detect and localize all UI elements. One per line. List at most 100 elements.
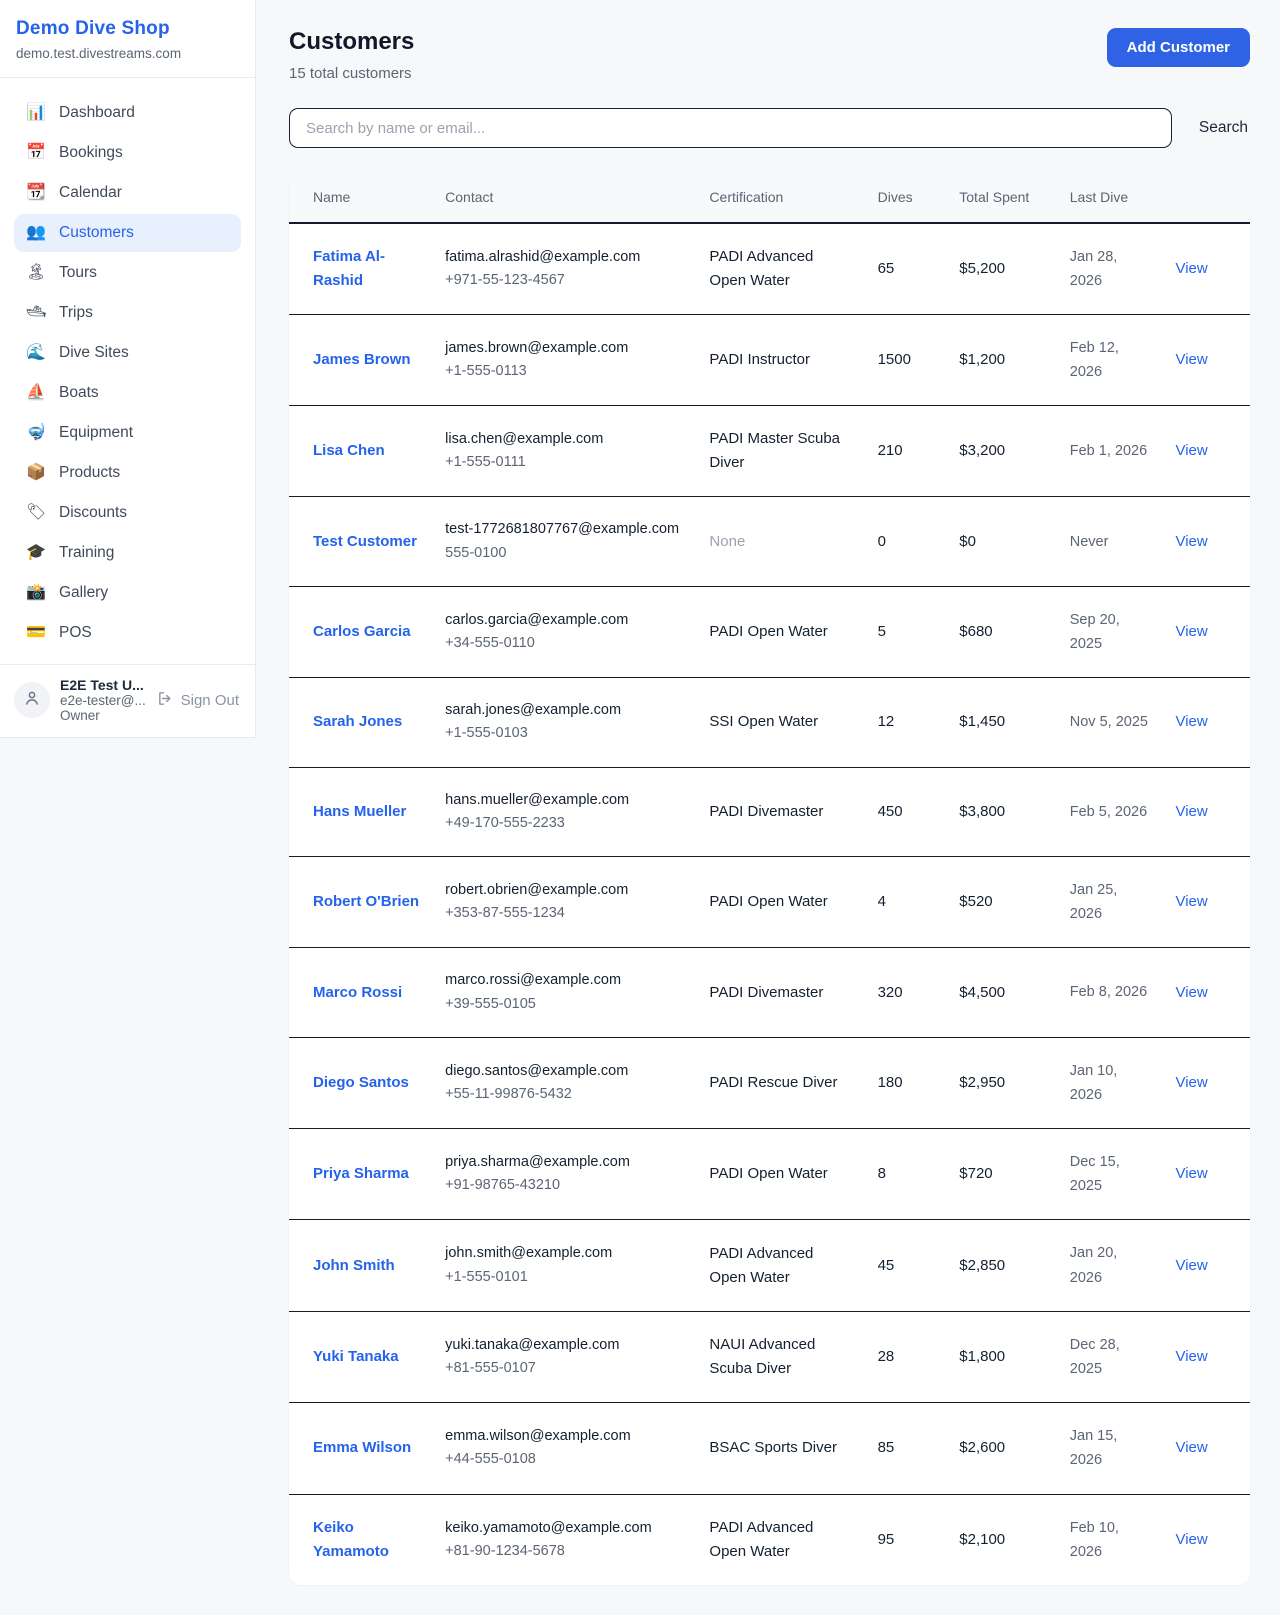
table-row: Keiko Yamamoto keiko.yamamoto@example.co… — [289, 1494, 1250, 1585]
customer-email: carlos.garcia@example.com — [445, 609, 685, 632]
view-customer-link[interactable]: View — [1175, 1257, 1207, 1274]
sidebar-item-products[interactable]: 📦 Products — [14, 454, 241, 492]
customer-phone: +34-555-0110 — [445, 632, 685, 655]
table-row: Marco Rossi marco.rossi@example.com +39-… — [289, 948, 1250, 1037]
customer-dives: 1500 — [878, 351, 911, 368]
view-customer-link[interactable]: View — [1175, 533, 1207, 550]
customer-email: marco.rossi@example.com — [445, 969, 685, 992]
customer-last-dive: Feb 5, 2026 — [1070, 804, 1147, 820]
customer-dives: 5 — [878, 623, 886, 640]
sidebar-item-calendar[interactable]: 📆 Calendar — [14, 174, 241, 212]
customer-name-link[interactable]: John Smith — [313, 1257, 395, 1274]
sidebar-item-label: Customers — [59, 224, 134, 242]
customer-last-dive: Dec 28, 2025 — [1070, 1337, 1120, 1377]
view-customer-link[interactable]: View — [1175, 442, 1207, 459]
sidebar-item-discounts[interactable]: 🏷 Discounts — [14, 494, 241, 532]
pos-icon: 💳 — [26, 625, 46, 641]
calendar-icon: 📆 — [26, 185, 46, 201]
table-row: Robert O'Brien robert.obrien@example.com… — [289, 856, 1250, 947]
sidebar-item-gallery[interactable]: 📸 Gallery — [14, 574, 241, 612]
customer-dives: 28 — [878, 1348, 895, 1365]
customer-dives: 45 — [878, 1257, 895, 1274]
customer-name-link[interactable]: Fatima Al-Rashid — [313, 248, 385, 289]
customer-phone: +55-11-99876-5432 — [445, 1083, 685, 1106]
table-header-row: Name Contact Certification Dives Total S… — [289, 174, 1250, 223]
sidebar-item-boats[interactable]: ⛵ Boats — [14, 374, 241, 412]
customer-total-spent: $3,200 — [959, 442, 1005, 459]
customer-name-link[interactable]: Priya Sharma — [313, 1165, 409, 1182]
sidebar-item-customers[interactable]: 👥 Customers — [14, 214, 241, 252]
customer-name-link[interactable]: Sarah Jones — [313, 713, 402, 730]
view-customer-link[interactable]: View — [1175, 1074, 1207, 1091]
table-row: Emma Wilson emma.wilson@example.com +44-… — [289, 1403, 1250, 1494]
view-customer-link[interactable]: View — [1175, 351, 1207, 368]
search-button[interactable]: Search — [1197, 115, 1250, 141]
customer-total-spent: $3,800 — [959, 803, 1005, 820]
sidebar-item-dashboard[interactable]: 📊 Dashboard — [14, 94, 241, 132]
customer-last-dive: Nov 5, 2025 — [1070, 714, 1148, 730]
customer-email: keiko.yamamoto@example.com — [445, 1517, 685, 1540]
sidebar-item-dive-sites[interactable]: 🌊 Dive Sites — [14, 334, 241, 372]
customer-phone: +971-55-123-4567 — [445, 269, 685, 292]
customer-name-link[interactable]: Test Customer — [313, 533, 417, 550]
view-customer-link[interactable]: View — [1175, 1531, 1207, 1548]
customer-email: diego.santos@example.com — [445, 1060, 685, 1083]
search-row: Search — [289, 108, 1250, 148]
customer-phone: +49-170-555-2233 — [445, 812, 685, 835]
customer-name-link[interactable]: James Brown — [313, 351, 411, 368]
table-row: Carlos Garcia carlos.garcia@example.com … — [289, 586, 1250, 677]
sidebar-item-equipment[interactable]: 🤿 Equipment — [14, 414, 241, 452]
sign-out-label: Sign Out — [181, 692, 239, 709]
sidebar-item-label: Discounts — [59, 504, 127, 522]
customer-name-link[interactable]: Robert O'Brien — [313, 893, 419, 910]
tours-icon: 🏝 — [26, 265, 46, 281]
view-customer-link[interactable]: View — [1175, 984, 1207, 1001]
discounts-icon: 🏷 — [26, 505, 46, 521]
customer-total-spent: $1,450 — [959, 713, 1005, 730]
search-input[interactable] — [289, 108, 1172, 148]
view-customer-link[interactable]: View — [1175, 1348, 1207, 1365]
customer-last-dive: Feb 10, 2026 — [1070, 1520, 1119, 1560]
customer-phone: +1-555-0103 — [445, 722, 685, 745]
customer-certification: PADI Divemaster — [709, 984, 823, 1001]
products-icon: 📦 — [26, 465, 46, 481]
customers-table-card: Name Contact Certification Dives Total S… — [289, 174, 1250, 1585]
user-role: Owner — [60, 708, 147, 723]
sign-out-button[interactable]: Sign Out — [157, 690, 241, 711]
customer-name-link[interactable]: Marco Rossi — [313, 984, 402, 1001]
view-customer-link[interactable]: View — [1175, 1165, 1207, 1182]
view-customer-link[interactable]: View — [1175, 803, 1207, 820]
sidebar-item-pos[interactable]: 💳 POS — [14, 614, 241, 652]
table-row: Hans Mueller hans.mueller@example.com +4… — [289, 767, 1250, 856]
table-row: Priya Sharma priya.sharma@example.com +9… — [289, 1129, 1250, 1220]
sidebar-item-label: Gallery — [59, 584, 108, 602]
customer-name-link[interactable]: Emma Wilson — [313, 1439, 411, 1456]
sidebar-item-trips[interactable]: 🛥 Trips — [14, 294, 241, 332]
view-customer-link[interactable]: View — [1175, 623, 1207, 640]
customer-name-link[interactable]: Yuki Tanaka — [313, 1348, 399, 1365]
view-customer-link[interactable]: View — [1175, 713, 1207, 730]
customer-count: 15 total customers — [289, 65, 414, 82]
main-content: Customers 15 total customers Add Custome… — [256, 0, 1280, 1615]
table-row: Diego Santos diego.santos@example.com +5… — [289, 1037, 1250, 1128]
view-customer-link[interactable]: View — [1175, 893, 1207, 910]
view-customer-link[interactable]: View — [1175, 1439, 1207, 1456]
customer-name-link[interactable]: Lisa Chen — [313, 442, 385, 459]
customer-dives: 0 — [878, 533, 886, 550]
customer-total-spent: $2,950 — [959, 1074, 1005, 1091]
bookings-icon: 📅 — [26, 145, 46, 161]
customer-name-link[interactable]: Carlos Garcia — [313, 623, 411, 640]
customer-name-link[interactable]: Diego Santos — [313, 1074, 409, 1091]
customer-total-spent: $720 — [959, 1165, 992, 1182]
customer-name-link[interactable]: Hans Mueller — [313, 803, 406, 820]
sidebar-item-tours[interactable]: 🏝 Tours — [14, 254, 241, 292]
sidebar-item-training[interactable]: 🎓 Training — [14, 534, 241, 572]
customer-certification: PADI Advanced Open Water — [709, 1245, 813, 1286]
add-customer-button[interactable]: Add Customer — [1107, 28, 1250, 67]
sidebar-item-bookings[interactable]: 📅 Bookings — [14, 134, 241, 172]
customer-name-link[interactable]: Keiko Yamamoto — [313, 1519, 389, 1560]
customer-phone: +1-555-0111 — [445, 451, 685, 474]
view-customer-link[interactable]: View — [1175, 260, 1207, 277]
customer-total-spent: $1,800 — [959, 1348, 1005, 1365]
table-row: Yuki Tanaka yuki.tanaka@example.com +81-… — [289, 1311, 1250, 1402]
